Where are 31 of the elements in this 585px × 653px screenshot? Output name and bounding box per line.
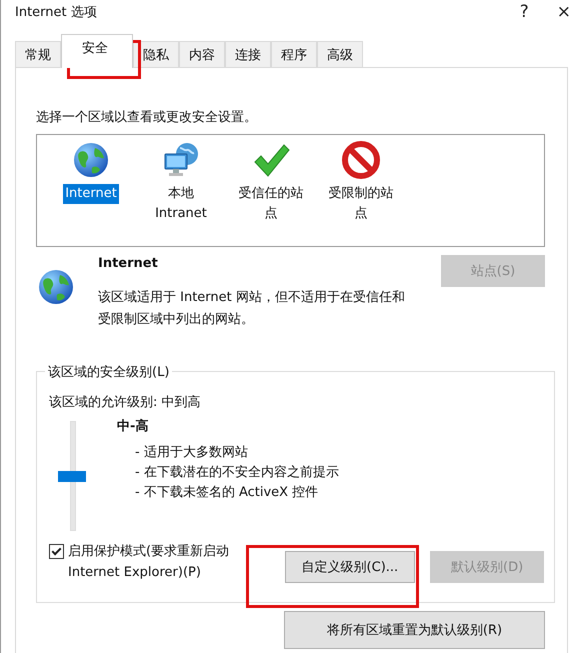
tab[interactable]: 安全	[61, 34, 133, 68]
globe-icon	[36, 267, 76, 307]
tab[interactable]: 内容	[179, 41, 225, 67]
zone-item[interactable]: 本地 Intranet	[141, 184, 221, 224]
zone-item[interactable]: Internet	[63, 184, 119, 204]
prohibited-sign-icon	[341, 140, 381, 180]
tab[interactable]: 程序	[271, 41, 317, 67]
checkbox-label: 启用保护模式(要求重新启动 Internet Explorer)(P)	[68, 543, 230, 582]
allowed-level-text: 该区域的允许级别: 中到高	[49, 394, 202, 411]
tab[interactable]: 隐私	[133, 41, 179, 67]
zone-title: Internet	[98, 256, 159, 271]
group-legend: 该区域的安全级别(L)	[45, 363, 172, 381]
level-description: - 在下载潜在的不安全内容之前提示	[135, 464, 339, 482]
zone-item[interactable]: 受限制的站点	[321, 184, 401, 224]
slider-thumb[interactable]	[58, 471, 86, 482]
help-button[interactable]: ?	[514, 2, 535, 22]
globe-icon	[71, 140, 111, 180]
reset-all-zones-button[interactable]: 将所有区域重置为默认级别(R)	[284, 611, 545, 649]
window-title: Internet 选项	[15, 4, 97, 21]
tab[interactable]: 常规	[15, 41, 61, 67]
level-name: 中-高	[117, 418, 150, 435]
checkbox[interactable]	[49, 544, 64, 559]
level-description: - 不下载未签名的 ActiveX 控件	[135, 484, 320, 502]
instruction-text: 选择一个区域以查看或更改安全设置。	[36, 109, 258, 126]
zone-description: 该区域适用于 Internet 网站，但不适用于在受信任和受限制区域中列出的网站。	[98, 289, 406, 329]
tab[interactable]: 高级	[317, 41, 363, 67]
tab[interactable]: 连接	[225, 41, 271, 67]
level-description: - 适用于大多数网站	[135, 444, 249, 462]
custom-level-button[interactable]: 自定义级别(C)...	[284, 551, 416, 583]
zone-item[interactable]: 受信任的站点	[231, 184, 311, 224]
close-button[interactable]: ×	[550, 2, 577, 22]
